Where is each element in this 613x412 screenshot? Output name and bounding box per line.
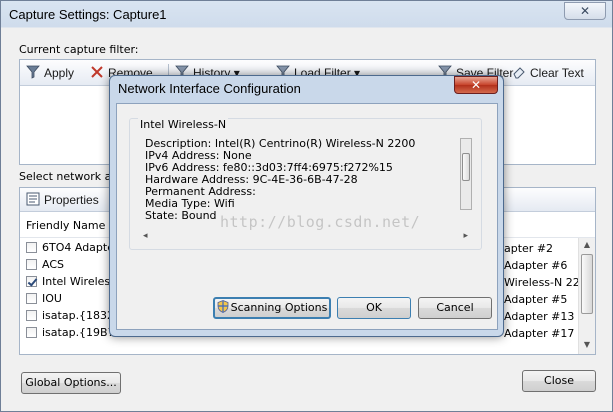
- adapter-checkbox[interactable]: [26, 327, 37, 338]
- eraser-icon: [512, 65, 526, 79]
- info-vertical-scrollbar[interactable]: [460, 138, 472, 210]
- adapter-description: apter #2: [504, 242, 554, 255]
- adapter-checkbox[interactable]: [26, 259, 37, 270]
- dialog-title: Network Interface Configuration: [118, 81, 301, 96]
- adapter-row[interactable]: isatap.{19B73: [26, 326, 122, 343]
- scroll-left-icon[interactable]: ◂: [143, 231, 148, 241]
- friendly-name-header[interactable]: Friendly Name: [26, 219, 105, 232]
- adapter-name: 6TO4 Adapter: [42, 241, 119, 254]
- adapter-row[interactable]: 6TO4 Adapter: [26, 241, 119, 258]
- adapter-description: Adapter #17: [504, 327, 575, 340]
- info-scroll-thumb[interactable]: [462, 153, 470, 181]
- apply-button[interactable]: Apply: [26, 65, 74, 81]
- window-close-button[interactable]: ✕: [564, 2, 606, 20]
- capture-filter-label: Current capture filter:: [19, 43, 139, 56]
- adapter-name: ACS: [42, 258, 64, 271]
- adapter-checkbox[interactable]: [26, 242, 37, 253]
- clear-text-label: Clear Text: [530, 66, 584, 80]
- group-title: Intel Wireless-N: [138, 118, 229, 131]
- adapter-description: Adapter #6: [504, 259, 568, 272]
- window-title: Capture Settings: Capture1: [9, 7, 167, 22]
- adapter-row[interactable]: isatap.{18325: [26, 309, 121, 326]
- scanning-options-button[interactable]: Scanning Options: [213, 297, 331, 319]
- scroll-thumb[interactable]: [581, 254, 593, 314]
- apply-label: Apply: [44, 66, 75, 80]
- properties-label: Properties: [44, 193, 99, 207]
- remove-icon: [90, 65, 104, 79]
- clear-text-button[interactable]: Clear Text: [512, 65, 584, 81]
- global-options-button[interactable]: Global Options...: [21, 372, 121, 394]
- properties-icon: [26, 192, 40, 206]
- info-state: State: Bound: [145, 209, 217, 222]
- scroll-up-icon[interactable]: ▲: [581, 240, 593, 252]
- adapter-checkbox[interactable]: [26, 310, 37, 321]
- cancel-button[interactable]: Cancel: [418, 297, 492, 319]
- adapter-row[interactable]: IOU: [26, 292, 62, 309]
- adapter-name: IOU: [42, 292, 62, 305]
- dialog-close-button[interactable]: ✕: [454, 76, 498, 94]
- adapter-checkbox-checked[interactable]: [26, 276, 37, 287]
- scroll-right-icon[interactable]: ▸: [463, 231, 468, 241]
- watermark-text: http://blog.csdn.net/: [220, 213, 421, 231]
- shield-icon: [217, 300, 229, 313]
- adapter-description: Wireless-N 220: [504, 276, 578, 289]
- adapter-description: Adapter #13: [504, 310, 575, 323]
- network-interface-dialog: Network Interface Configuration ✕ Intel …: [109, 75, 504, 337]
- adapter-name: Intel Wireless: [42, 275, 116, 288]
- properties-button[interactable]: Properties: [26, 192, 99, 208]
- scroll-down-icon[interactable]: ▼: [581, 340, 593, 352]
- filter-apply-icon: [26, 65, 40, 79]
- adapter-row[interactable]: ACS: [26, 258, 64, 275]
- adapter-description: Adapter #5: [504, 293, 568, 306]
- adapter-checkbox[interactable]: [26, 293, 37, 304]
- info-horizontal-scrollbar[interactable]: ◂ ▸: [143, 231, 468, 241]
- adapter-list-scrollbar[interactable]: ▲ ▼: [578, 238, 595, 354]
- close-button[interactable]: Close: [522, 370, 596, 392]
- ok-button[interactable]: OK: [337, 297, 411, 319]
- scanning-options-label: Scanning Options: [230, 301, 328, 314]
- adapter-row[interactable]: Intel Wireless: [26, 275, 116, 292]
